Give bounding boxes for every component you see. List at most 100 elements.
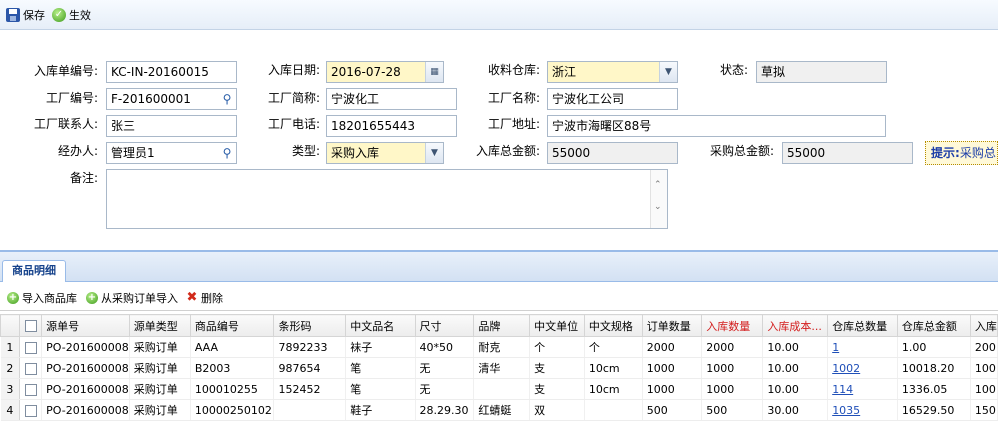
table-row[interactable]: 2 PO-201600008 采购订单 B2003 987654 笔无清华支 10cm 100…: [0, 357, 998, 379]
select-all-checkbox[interactable]: [19, 314, 43, 337]
col-header[interactable]: 中文规格: [583, 314, 643, 337]
table-row[interactable]: 4 PO-201600008 采购订单 10000250102 鞋子 28.29.30 红蜻…: [0, 399, 998, 421]
table-cell: 耐克: [473, 336, 531, 358]
table-cell: 笔: [345, 357, 416, 379]
col-header[interactable]: 订单数量: [641, 314, 703, 337]
col-header[interactable]: 尺寸: [414, 314, 475, 337]
col-header[interactable]: 入库: [969, 314, 998, 337]
row-checkbox[interactable]: [19, 357, 43, 379]
factory-name-field[interactable]: 宁波化工公司: [547, 88, 678, 110]
table-cell[interactable]: 1002: [827, 357, 898, 379]
table-cell: PO-201600008: [41, 399, 130, 421]
status-label: 状态:: [719, 63, 748, 77]
handler-label: 经办人:: [57, 144, 98, 158]
import-product-button[interactable]: + 导入商品库: [7, 291, 77, 305]
col-header[interactable]: 条形码: [273, 314, 347, 337]
table-cell: 10.00: [762, 336, 829, 358]
scroll-down-icon[interactable]: ⌄: [654, 202, 662, 212]
tab-product-detail[interactable]: 商品明细: [2, 260, 66, 282]
table-cell: 笔: [345, 378, 416, 400]
table-cell: 红蜻蜓: [473, 399, 531, 421]
factory-short-field[interactable]: 宁波化工: [326, 88, 457, 110]
factory-contact-field[interactable]: 张三: [106, 115, 237, 137]
import-order-button[interactable]: + 从采购订单导入: [86, 291, 178, 305]
remark-textarea[interactable]: ⌃ ⌄: [106, 169, 668, 229]
total-purchase-value: 55000: [787, 146, 826, 160]
col-header[interactable]: 中文品名: [345, 314, 416, 337]
receipt-date-value: 2016-07-28: [331, 65, 401, 79]
save-label: 保存: [23, 9, 45, 22]
table-cell: 10cm: [584, 357, 643, 379]
col-header[interactable]: 商品编号: [189, 314, 275, 337]
table-cell: 支: [529, 357, 585, 379]
warehouse-qty-link[interactable]: 114: [832, 383, 853, 396]
factory-address-field[interactable]: 宁波市海曙区88号: [547, 115, 886, 137]
type-select[interactable]: 采购入库 ▼: [326, 142, 444, 164]
grid-header-row: 源单号 源单类型 商品编号 条形码 中文品名 尺寸 品牌 中文单位 中文规格 订…: [0, 314, 998, 337]
table-cell: B2003: [190, 357, 275, 379]
table-row[interactable]: 1 PO-201600008 采购订单 AAA 7892233 袜子 40*50 耐克个个 20…: [0, 336, 998, 358]
table-cell: 100: [970, 378, 998, 400]
factory-phone-field[interactable]: 18201655443: [326, 115, 457, 137]
table-cell: 2000: [701, 336, 764, 358]
table-cell: 10cm: [584, 378, 643, 400]
col-header[interactable]: 仓库总金额: [896, 314, 971, 337]
warehouse-qty-link[interactable]: 1: [832, 341, 839, 354]
receipt-no-field[interactable]: KC-IN-20160015: [106, 61, 237, 83]
col-header[interactable]: 源单号: [41, 314, 130, 337]
row-checkbox[interactable]: [19, 399, 43, 421]
warehouse-qty-link[interactable]: 1002: [832, 362, 860, 375]
save-icon: [6, 8, 20, 22]
warehouse-qty-link[interactable]: 1035: [832, 404, 860, 417]
table-cell: PO-201600008: [41, 357, 130, 379]
table-cell: 100010255: [190, 378, 275, 400]
col-header[interactable]: 入库成本...: [762, 314, 829, 337]
receipt-no-label: 入库单编号:: [33, 64, 98, 78]
save-button[interactable]: 保存: [6, 6, 45, 24]
col-header[interactable]: 品牌: [473, 314, 531, 337]
table-cell: 支: [529, 378, 585, 400]
table-cell: 无: [415, 357, 475, 379]
calendar-icon[interactable]: ▦: [425, 62, 443, 82]
row-checkbox[interactable]: [19, 336, 43, 358]
table-cell: [584, 399, 643, 421]
factory-no-field[interactable]: F-201600001 ⚲: [106, 88, 237, 110]
type-value: 采购入库: [331, 146, 380, 160]
hint-box: 提示:采购总: [925, 141, 998, 165]
chevron-down-icon[interactable]: ▼: [425, 143, 443, 163]
col-header[interactable]: 中文单位: [529, 314, 585, 337]
effect-button[interactable]: ✓ 生效: [52, 6, 91, 24]
table-cell: 10.00: [762, 378, 829, 400]
add-icon: +: [7, 292, 19, 304]
table-cell: 500: [701, 399, 764, 421]
chevron-down-icon[interactable]: ▼: [659, 62, 677, 82]
table-cell: 1000: [701, 357, 764, 379]
delete-button[interactable]: ✖ 删除: [186, 291, 223, 305]
warehouse-select[interactable]: 浙江 ▼: [547, 61, 678, 83]
receipt-date-field[interactable]: 2016-07-28 ▦: [326, 61, 444, 83]
table-cell: 100: [970, 357, 998, 379]
tab-strip: 商品明细: [0, 252, 998, 282]
grid-toolbar: + 导入商品库 + 从采购订单导入 ✖ 删除: [0, 283, 998, 311]
table-cell[interactable]: 114: [827, 378, 898, 400]
handler-field[interactable]: 管理员1 ⚲: [106, 142, 237, 164]
table-cell: 双: [529, 399, 585, 421]
hint-text: 采购总: [959, 146, 996, 160]
remark-scrollbar[interactable]: ⌃ ⌄: [650, 170, 667, 228]
table-row[interactable]: 3 PO-201600008 采购订单 100010255 152452 笔无支 10cm 1…: [0, 378, 998, 400]
table-cell: 1000: [642, 357, 703, 379]
search-icon[interactable]: ⚲: [218, 89, 236, 109]
search-icon[interactable]: ⚲: [218, 143, 236, 163]
table-cell: 鞋子: [345, 399, 416, 421]
col-header[interactable]: 源单类型: [128, 314, 191, 337]
scroll-up-icon[interactable]: ⌃: [654, 180, 662, 190]
row-checkbox[interactable]: [19, 378, 43, 400]
col-header[interactable]: 入库数量: [701, 314, 764, 337]
factory-phone-value: 18201655443: [331, 119, 415, 133]
table-cell: 16529.50: [897, 399, 971, 421]
col-header[interactable]: 仓库总数量: [827, 314, 898, 337]
table-cell[interactable]: 1035: [827, 399, 898, 421]
total-purchase-label: 采购总金额:: [709, 144, 774, 158]
table-cell[interactable]: 1: [827, 336, 898, 358]
hint-title: 提示:: [931, 146, 960, 160]
